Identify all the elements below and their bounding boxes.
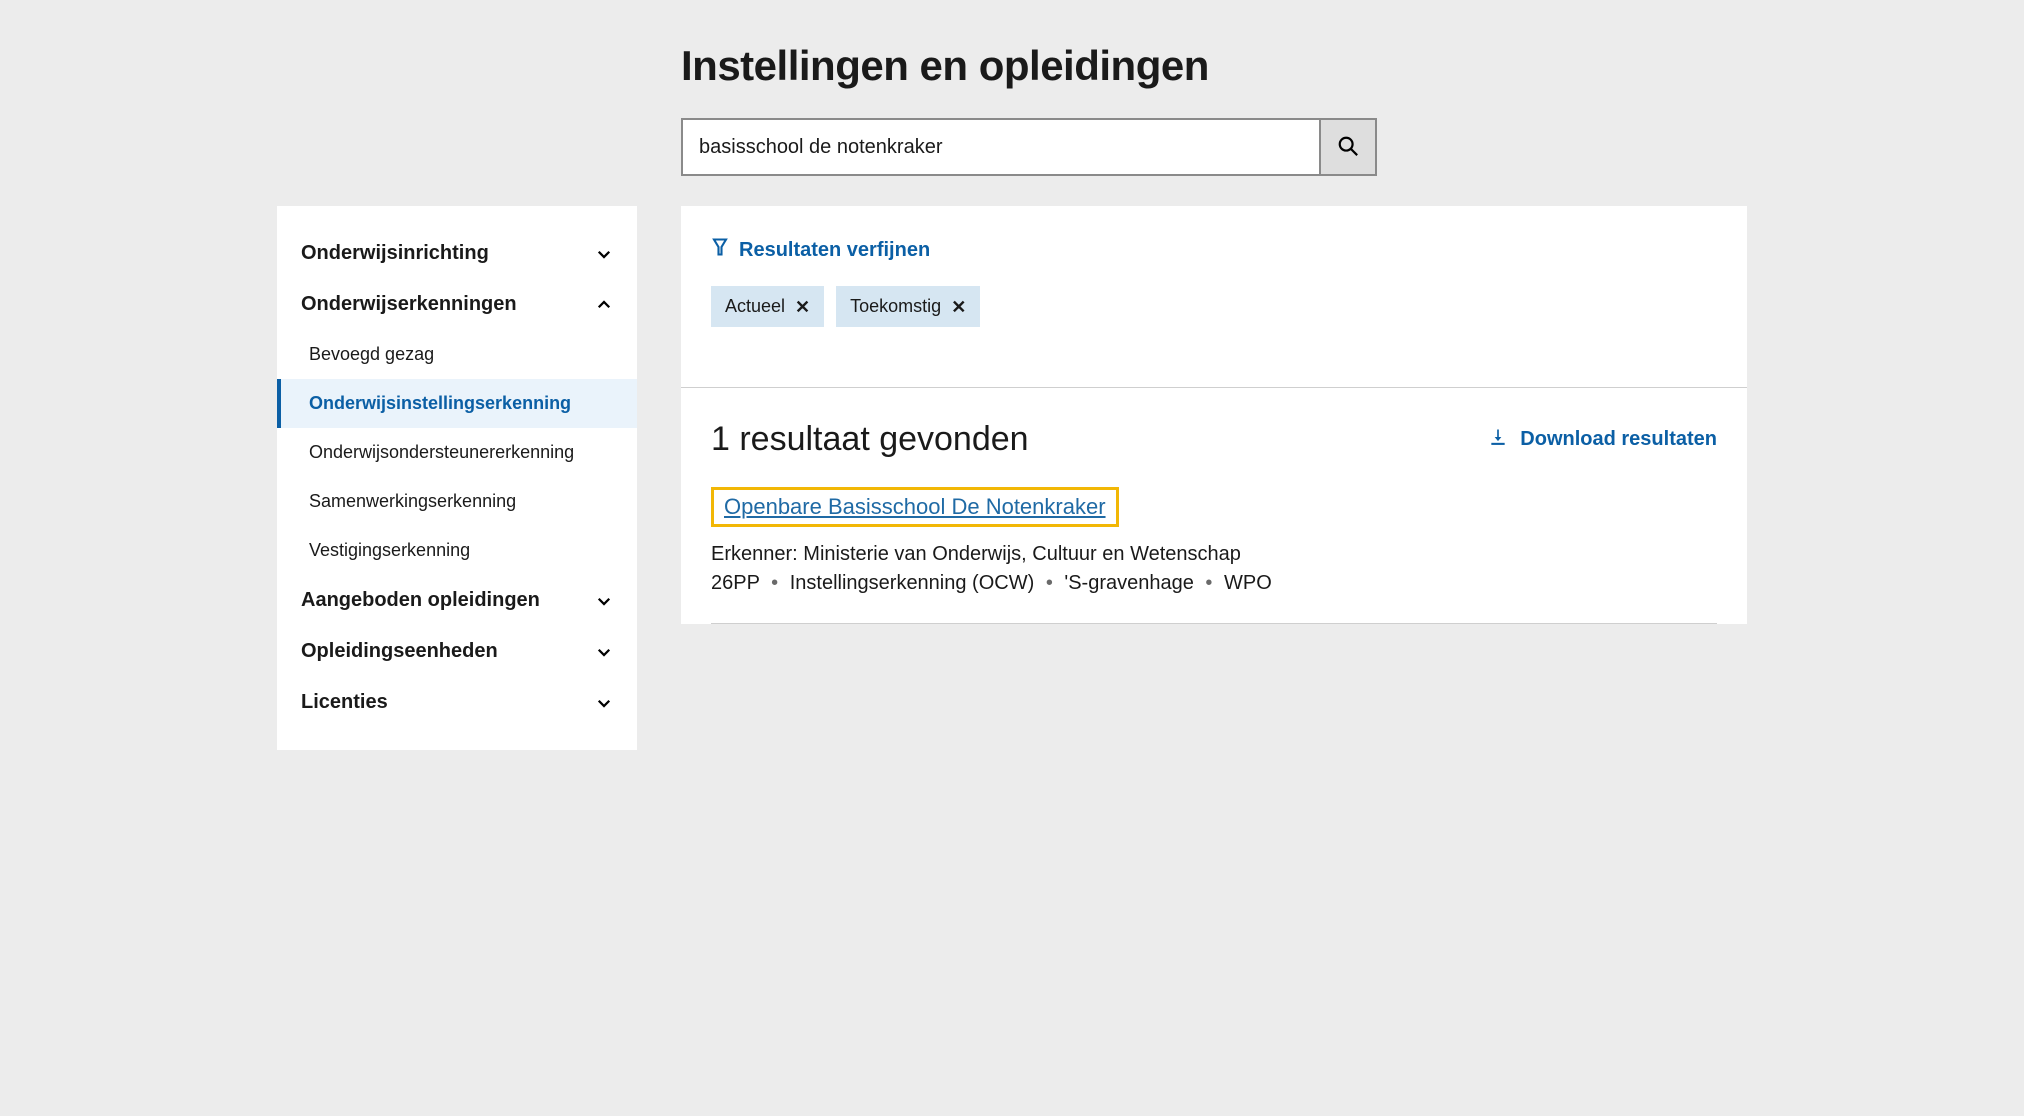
filter-chip-actueel[interactable]: Actueel ✕ [711, 286, 824, 327]
close-icon: ✕ [795, 298, 810, 316]
facet-item-onderwijsinstellingserkenning[interactable]: Onderwijsinstellingserkenning [277, 379, 637, 428]
facet-group-licenties[interactable]: Licenties [277, 677, 637, 728]
facet-group-opleidingseenheden[interactable]: Opleidingseenheden [277, 626, 637, 677]
chevron-down-icon [595, 592, 613, 610]
search-form [681, 118, 1747, 176]
facet-group-label: Onderwijsinrichting [301, 242, 489, 265]
results-count-heading: 1 resultaat gevonden [711, 420, 1029, 459]
facet-group-label: Licenties [301, 691, 388, 714]
result-tags: 26PP • Instellingserkenning (OCW) • 'S-g… [711, 572, 1717, 595]
download-results-link[interactable]: Download resultaten [1488, 427, 1717, 453]
result-title-link[interactable]: Openbare Basisschool De Notenkraker [724, 494, 1106, 519]
result-item: Openbare Basisschool De Notenkraker Erke… [711, 487, 1717, 624]
chevron-down-icon [595, 245, 613, 263]
facet-group-onderwijsinrichting[interactable]: Onderwijsinrichting [277, 228, 637, 279]
result-tag: 26PP [711, 572, 760, 594]
facet-sidebar: Onderwijsinrichting Onderwijserkenningen… [277, 206, 637, 750]
result-tag: Instellingserkenning (OCW) [790, 572, 1035, 594]
refine-label: Resultaten verfijnen [739, 239, 930, 262]
facet-group-onderwijserkenningen[interactable]: Onderwijserkenningen [277, 279, 637, 330]
facet-group-label: Opleidingseenheden [301, 640, 498, 663]
facet-item-samenwerkingserkenning[interactable]: Samenwerkingserkenning [277, 477, 637, 526]
separator-dot: • [765, 572, 784, 594]
close-icon: ✕ [951, 298, 966, 316]
refine-toggle[interactable]: Resultaten verfijnen [711, 236, 1717, 264]
filter-chip-toekomstig[interactable]: Toekomstig ✕ [836, 286, 980, 327]
facet-group-aangeboden-opleidingen[interactable]: Aangeboden opleidingen [277, 575, 637, 626]
separator-dot: • [1040, 572, 1059, 594]
result-highlight: Openbare Basisschool De Notenkraker [711, 487, 1119, 527]
result-tag: 'S-gravenhage [1064, 572, 1193, 594]
result-erkenner-label: Erkenner: [711, 543, 798, 565]
download-label: Download resultaten [1520, 428, 1717, 451]
facet-group-label: Aangeboden opleidingen [301, 589, 540, 612]
facet-item-bevoegd-gezag[interactable]: Bevoegd gezag [277, 330, 637, 379]
funnel-icon [711, 236, 729, 264]
separator-dot: • [1199, 572, 1218, 594]
page-title: Instellingen en opleidingen [681, 42, 1747, 90]
result-tag: WPO [1224, 572, 1272, 594]
facet-items-erkenningen: Bevoegd gezag Onderwijsinstellingserkenn… [277, 330, 637, 575]
facet-group-label: Onderwijserkenningen [301, 293, 517, 316]
search-icon [1337, 135, 1359, 160]
search-button[interactable] [1321, 118, 1377, 176]
search-input[interactable] [681, 118, 1321, 176]
chevron-down-icon [595, 694, 613, 712]
results-panel: Resultaten verfijnen Actueel ✕ Toekomsti… [681, 206, 1747, 624]
chevron-up-icon [595, 296, 613, 314]
result-erkenner-value: Ministerie van Onderwijs, Cultuur en Wet… [803, 543, 1241, 565]
filter-chips: Actueel ✕ Toekomstig ✕ [711, 286, 1717, 327]
chevron-down-icon [595, 643, 613, 661]
chip-label: Toekomstig [850, 296, 941, 317]
download-icon [1488, 427, 1508, 453]
facet-item-onderwijsondersteunererkenning[interactable]: Onderwijsondersteunererkenning [277, 428, 637, 477]
chip-label: Actueel [725, 296, 785, 317]
facet-item-vestigingserkenning[interactable]: Vestigingserkenning [277, 526, 637, 575]
